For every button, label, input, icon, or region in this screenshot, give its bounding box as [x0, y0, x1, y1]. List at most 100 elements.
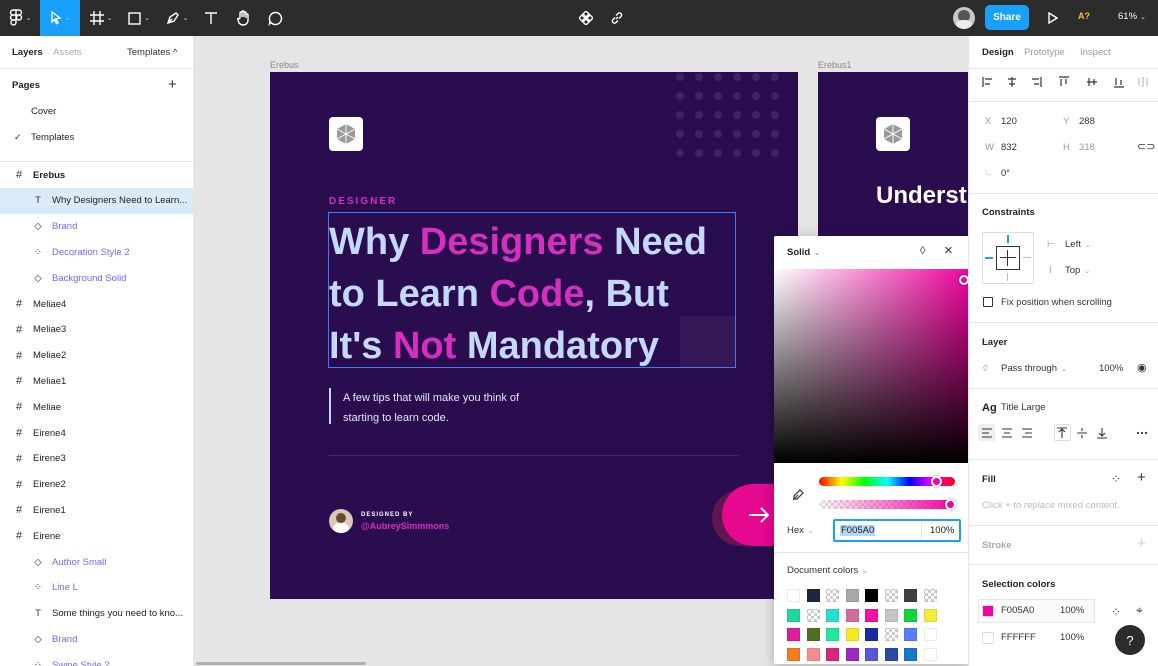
text-tool-button[interactable]	[198, 0, 224, 36]
height-input[interactable]: 318	[1079, 142, 1095, 153]
color-swatch[interactable]	[787, 589, 800, 602]
hue-slider[interactable]	[819, 476, 955, 487]
selection-color-hex[interactable]: FFFFFF	[1001, 632, 1036, 643]
color-swatch[interactable]	[923, 589, 937, 602]
layer-item[interactable]: ◇ Author Small	[0, 549, 193, 575]
main-menu-button[interactable]: ⌄	[0, 0, 40, 36]
eye-icon[interactable]: ◉	[1137, 361, 1147, 374]
layer-item[interactable]: ⁘ Swipe Style 2	[0, 652, 193, 666]
color-swatch[interactable]	[787, 628, 800, 641]
move-tool-button[interactable]: ⌄	[40, 0, 80, 36]
hex-input[interactable]: F005A0	[840, 525, 876, 536]
opacity-handle[interactable]	[945, 499, 956, 510]
text-style-name[interactable]: Title Large	[1001, 402, 1046, 413]
add-page-icon[interactable]: +	[168, 76, 177, 93]
close-icon[interactable]: ×	[944, 242, 953, 259]
constrain-proportions-icon[interactable]: ⊂⊃	[1137, 140, 1155, 153]
style-grid-icon[interactable]: ⁘	[1111, 605, 1121, 619]
layer-item[interactable]: # Erebus	[0, 162, 193, 188]
color-swatch[interactable]	[806, 608, 820, 622]
hue-handle[interactable]	[931, 476, 942, 487]
saturation-brightness-field[interactable]	[774, 269, 969, 463]
color-swatch[interactable]	[806, 589, 820, 602]
color-swatch[interactable]	[884, 628, 898, 641]
eyedropper-icon[interactable]	[792, 488, 805, 504]
frame-tool-button[interactable]: ⌄	[84, 0, 118, 36]
layer-item[interactable]: # Eirene2	[0, 472, 193, 498]
y-input[interactable]: 288	[1079, 116, 1095, 127]
color-swatch[interactable]	[806, 647, 820, 661]
layer-item[interactable]: # Eirene4	[0, 420, 193, 446]
color-swatch[interactable]	[787, 647, 800, 661]
tab-layers[interactable]: Layers	[12, 47, 43, 58]
fill-type-dropdown[interactable]: Solid ⌄	[787, 247, 820, 258]
selection-color-opacity[interactable]: 100%	[1060, 605, 1084, 616]
layer-item[interactable]: # Meliae	[0, 394, 193, 420]
headline[interactable]: Why Designers Need to Learn Code, But It…	[329, 216, 707, 372]
color-swatch[interactable]	[826, 589, 839, 602]
share-button[interactable]: Share	[985, 5, 1029, 30]
add-stroke-icon[interactable]: +	[1137, 535, 1146, 552]
constraints-widget[interactable]	[982, 232, 1034, 284]
blend-mode-dropdown[interactable]: Pass through ⌄	[1001, 363, 1067, 374]
color-swatch[interactable]	[884, 608, 898, 622]
color-swatch[interactable]	[904, 608, 917, 622]
layer-item[interactable]: T Why Designers Need to Learn...	[0, 187, 193, 214]
layer-item[interactable]: # Eirene3	[0, 446, 193, 472]
page-item-templates[interactable]: ✓ Templates	[0, 124, 193, 150]
opacity-input[interactable]: 100%	[930, 525, 954, 536]
color-format-dropdown[interactable]: Hex ⌄	[787, 525, 814, 536]
link-button[interactable]	[606, 0, 628, 36]
layer-item[interactable]: ◇ Brand	[0, 214, 193, 240]
color-swatch[interactable]	[923, 608, 937, 622]
selection-color-hex[interactable]: F005A0	[1001, 605, 1034, 616]
selection-color-swatch[interactable]	[982, 605, 994, 617]
alignment-toolbar[interactable]	[981, 74, 1151, 90]
color-swatch[interactable]	[865, 608, 878, 622]
avatar[interactable]	[953, 7, 975, 29]
zoom-dropdown[interactable]: 61% ⌄	[1118, 11, 1146, 22]
tab-prototype[interactable]: Prototype	[1024, 47, 1065, 58]
tab-design[interactable]: Design	[982, 47, 1014, 58]
color-swatch[interactable]	[787, 608, 800, 622]
templates-dropdown[interactable]: Templates ^	[127, 47, 177, 58]
color-swatch[interactable]	[845, 647, 859, 661]
layer-opacity-input[interactable]: 100%	[1099, 363, 1123, 374]
shape-tool-button[interactable]: ⌄	[122, 0, 156, 36]
fix-position-checkbox[interactable]	[983, 297, 993, 307]
frame-erebus[interactable]: DESIGNER Why Designers Need to Learn Cod…	[270, 72, 812, 599]
layer-item[interactable]: # Meliae4	[0, 291, 193, 317]
present-button[interactable]	[1043, 0, 1063, 36]
vertical-constraint-dropdown[interactable]: Top ⌄	[1065, 265, 1090, 276]
color-swatch[interactable]	[884, 589, 898, 602]
color-swatch[interactable]	[806, 628, 820, 641]
frame-label-erebus[interactable]: Erebus	[270, 60, 299, 70]
layer-item[interactable]: # Meliae3	[0, 317, 193, 343]
layer-item[interactable]: # Eirene	[0, 523, 193, 549]
width-input[interactable]: 832	[1001, 142, 1017, 153]
vertical-align-top-active[interactable]	[1054, 424, 1071, 441]
tab-assets[interactable]: Assets	[53, 47, 82, 58]
color-swatch[interactable]	[845, 628, 859, 641]
horizontal-constraint-dropdown[interactable]: Left ⌄	[1065, 239, 1091, 250]
layer-item[interactable]: ◇ Background Solid	[0, 265, 193, 291]
style-grid-icon[interactable]: ⁘	[1111, 472, 1121, 486]
rotation-input[interactable]: 0°	[1001, 168, 1010, 179]
layer-item[interactable]: # Eirene1	[0, 497, 193, 523]
color-swatch[interactable]	[826, 628, 839, 641]
page-item-cover[interactable]: Cover	[0, 98, 193, 124]
color-swatch[interactable]	[826, 647, 839, 661]
hand-tool-button[interactable]	[230, 0, 256, 36]
components-button[interactable]	[575, 0, 597, 36]
color-swatch[interactable]	[845, 589, 859, 602]
layer-item[interactable]: T Some things you need to kno...	[0, 601, 193, 627]
color-swatch[interactable]	[865, 647, 878, 661]
target-icon[interactable]: ⌖	[1136, 603, 1143, 618]
selection-color-opacity[interactable]: 100%	[1060, 632, 1084, 643]
blend-mode-icon[interactable]: ◊	[920, 245, 925, 257]
comment-tool-button[interactable]	[262, 0, 288, 36]
hex-input-group[interactable]: F005A0 100%	[833, 519, 961, 542]
layer-item[interactable]: ⁘ Decoration Style 2	[0, 239, 193, 265]
selection-color-swatch[interactable]	[982, 632, 994, 644]
layer-item[interactable]: ◇ Brand	[0, 626, 193, 652]
